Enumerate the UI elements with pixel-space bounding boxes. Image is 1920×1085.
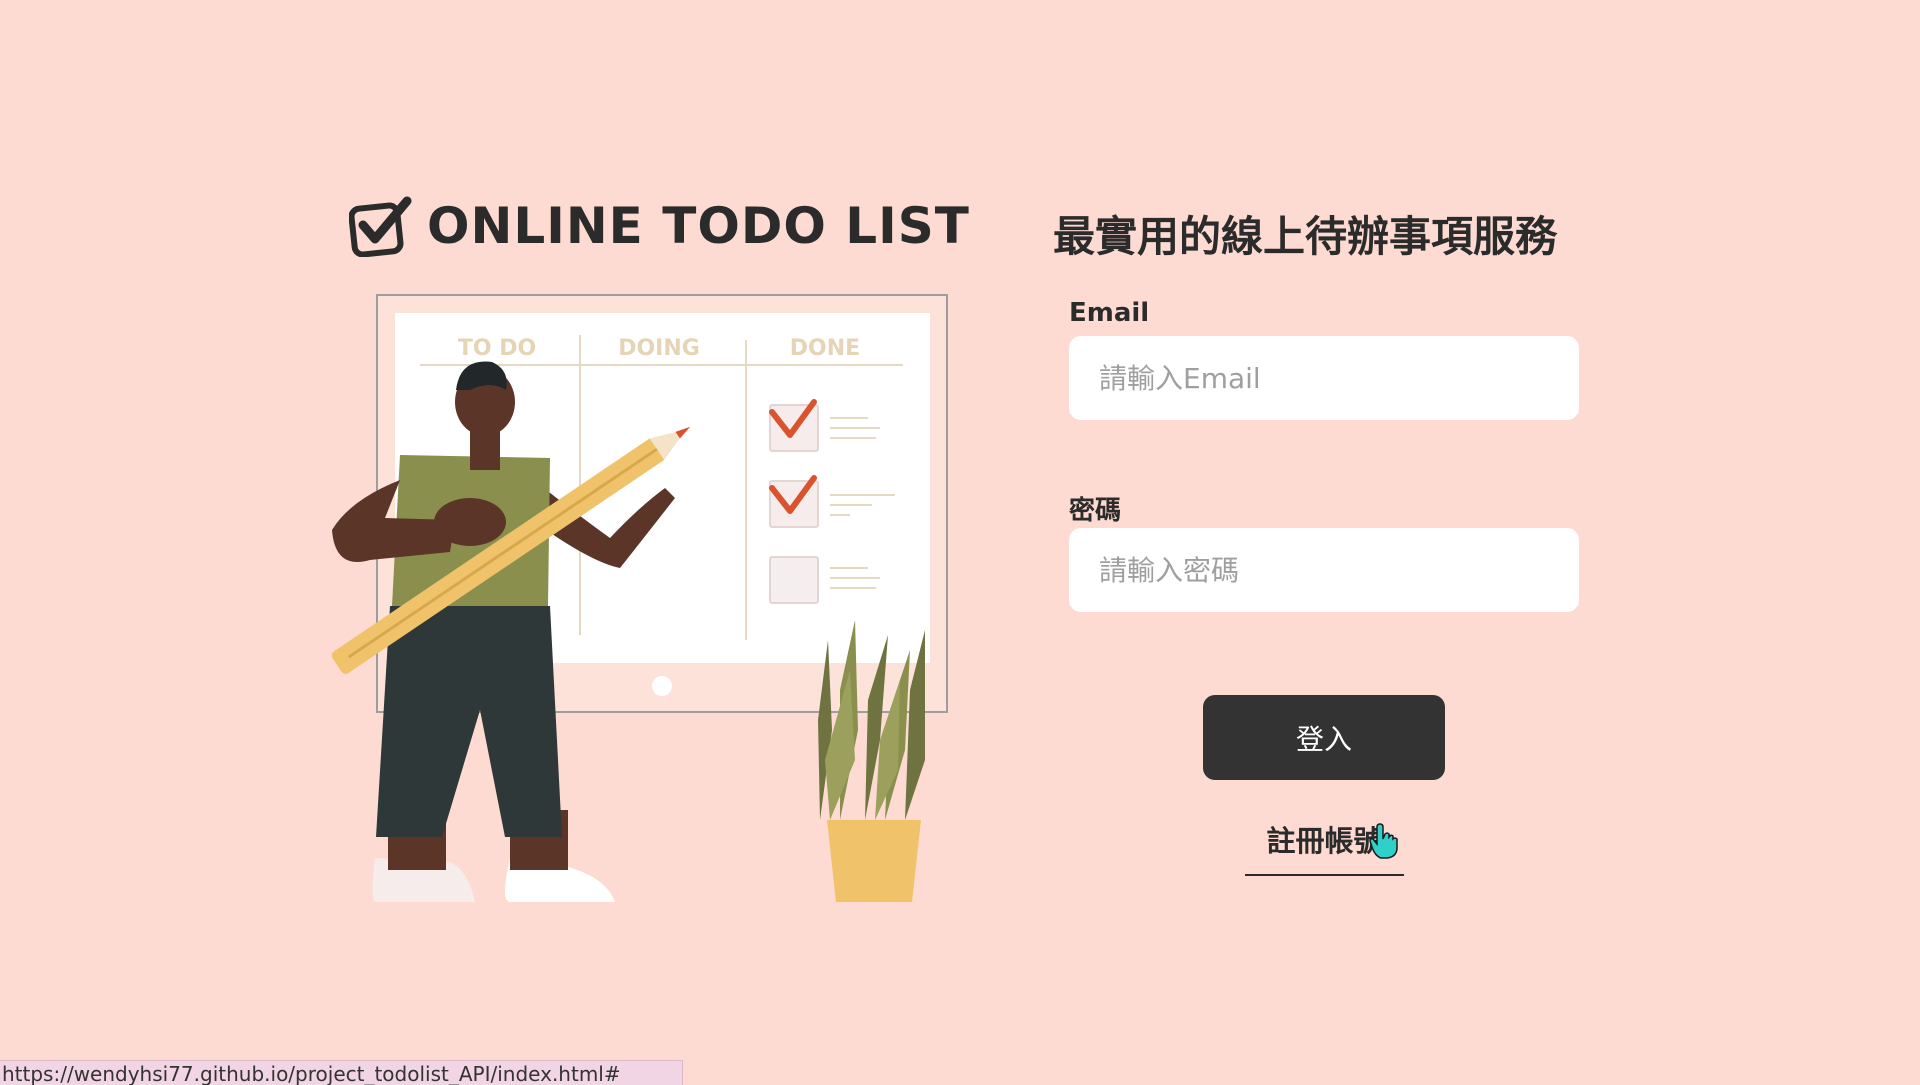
- login-button[interactable]: 登入: [1203, 695, 1445, 780]
- logo-text: ONLINE TODO LIST: [427, 197, 970, 255]
- illustration: TO DO DOING DONE: [320, 290, 960, 902]
- email-field[interactable]: [1069, 336, 1579, 420]
- page-title: 最實用的線上待辦事項服務: [1053, 212, 1558, 261]
- board-dot: [652, 676, 672, 696]
- email-label: Email: [1069, 298, 1150, 328]
- column-header-done: DONE: [790, 336, 860, 361]
- plant-pot: [827, 820, 921, 902]
- checkbox-check-icon: [349, 196, 412, 257]
- hand-cursor-icon: [1369, 823, 1398, 859]
- password-field[interactable]: [1069, 528, 1579, 612]
- todo-board-illustration: TO DO DOING DONE: [331, 294, 948, 902]
- column-header-todo: TO DO: [458, 336, 536, 361]
- status-bar-url: https://wendyhsi77.github.io/project_tod…: [0, 1060, 683, 1085]
- password-label: 密碼: [1069, 496, 1122, 526]
- column-header-doing: DOING: [618, 336, 700, 361]
- logo: ONLINE TODO LIST: [349, 195, 970, 257]
